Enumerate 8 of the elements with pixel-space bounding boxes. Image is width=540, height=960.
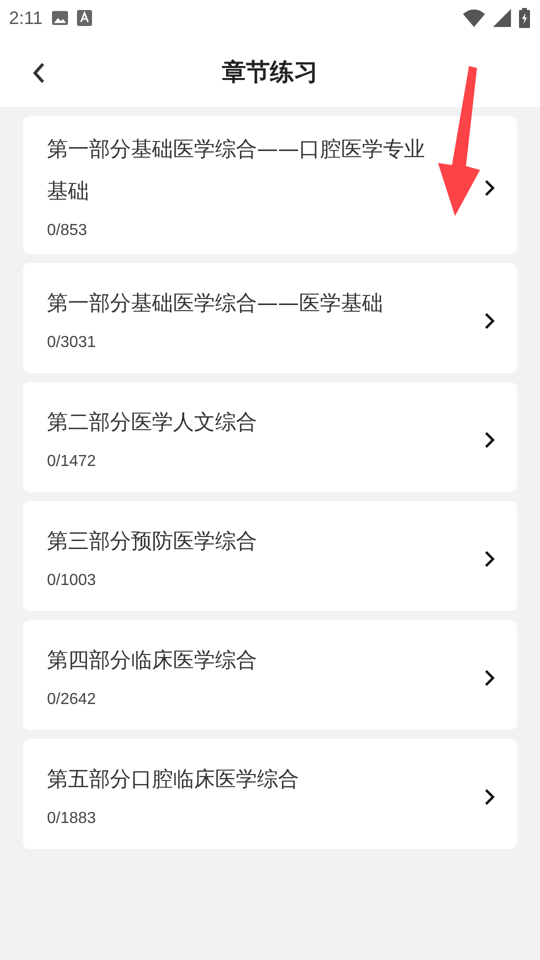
chapter-title: 第一部分基础医学综合——口腔医学专业基础 <box>47 136 426 205</box>
chapter-title: 第五部分口腔临床医学综合 <box>47 766 300 793</box>
page-title: 章节练习 <box>222 56 318 88</box>
chapter-title: 第二部分医学人文综合 <box>47 409 258 436</box>
chapter-title: 第一部分基础医学综合——医学基础 <box>47 290 384 317</box>
status-time: 2:11 <box>9 8 43 28</box>
chapter-title: 第四部分临床医学综合 <box>47 647 258 674</box>
chapter-title: 第三部分预防医学综合 <box>47 528 258 555</box>
